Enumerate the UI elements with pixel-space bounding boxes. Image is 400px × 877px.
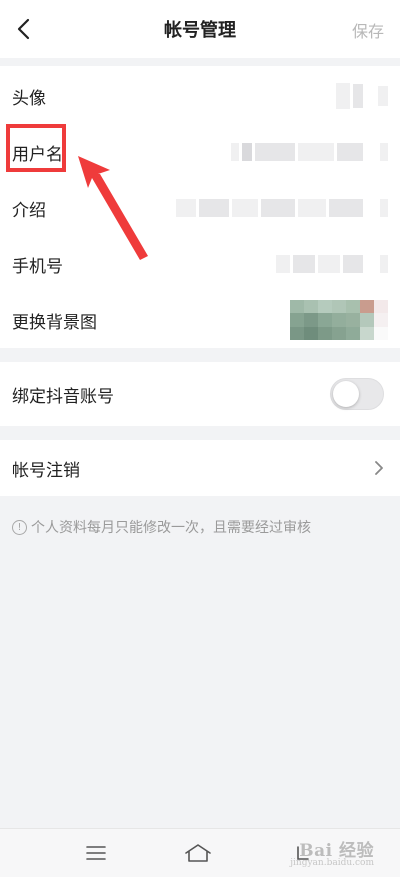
chevron-right-icon (375, 461, 383, 475)
home-icon (185, 844, 211, 862)
home-button[interactable] (178, 837, 218, 869)
avatar-blurred (336, 83, 388, 109)
account-cancel-row[interactable]: 帐号注销 (0, 440, 400, 496)
intro-row[interactable]: 介绍 (0, 180, 400, 236)
avatar-label: 头像 (12, 88, 46, 109)
menu-button[interactable] (76, 837, 116, 869)
username-blurred (231, 143, 388, 161)
profile-card: 头像 用户名 介绍 手机号 更换背景图 (0, 66, 400, 348)
background-label: 更换背景图 (12, 312, 97, 333)
background-thumbnail (290, 300, 388, 340)
phone-value (276, 236, 388, 292)
background-row[interactable]: 更换背景图 (0, 292, 400, 348)
username-value (231, 124, 388, 180)
avatar-row[interactable]: 头像 (0, 68, 400, 124)
douyin-binding-toggle[interactable] (330, 378, 384, 410)
toggle-knob (333, 381, 359, 407)
top-bar: 帐号管理 保存 (0, 0, 400, 58)
background-value (290, 292, 388, 348)
save-button[interactable]: 保存 (352, 18, 384, 42)
account-cancel-label: 帐号注销 (12, 460, 80, 481)
baidu-jingyan-watermark: Bai 经验 jingyan.baidu.com (290, 836, 374, 868)
binding-card: 绑定抖音账号 (0, 362, 400, 426)
intro-blurred (176, 199, 388, 217)
phone-label: 手机号 (12, 256, 63, 277)
phone-blurred (276, 255, 388, 273)
menu-icon (86, 846, 106, 860)
notice: ! 个人资料每月只能修改一次，且需要经过审核 (12, 516, 311, 538)
annotation-highlight-box (6, 124, 66, 172)
info-icon: ! (12, 519, 27, 535)
avatar-value (336, 68, 388, 124)
douyin-binding-label: 绑定抖音账号 (12, 386, 114, 407)
phone-row[interactable]: 手机号 (0, 236, 400, 292)
watermark-subtext: jingyan.baidu.com (290, 858, 374, 868)
account-card: 帐号注销 (0, 440, 400, 496)
chevron-left-icon (17, 18, 30, 40)
intro-label: 介绍 (12, 200, 46, 221)
annotation-arrow (78, 156, 148, 260)
intro-value (176, 180, 388, 236)
notice-text: 个人资料每月只能修改一次，且需要经过审核 (31, 520, 311, 536)
back-button[interactable] (10, 14, 40, 44)
page-title: 帐号管理 (164, 20, 236, 41)
